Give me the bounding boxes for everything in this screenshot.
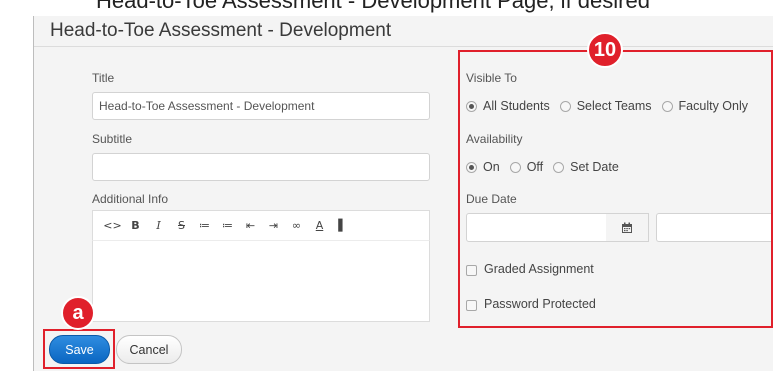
outdent-icon[interactable]: ⇤ bbox=[239, 215, 262, 237]
radio-unselected-icon[interactable] bbox=[559, 100, 571, 112]
graded-assignment-option[interactable]: Graded Assignment bbox=[466, 262, 594, 276]
password-protected-option[interactable]: Password Protected bbox=[466, 297, 596, 311]
due-time-input[interactable] bbox=[656, 213, 773, 242]
settings-callout-badge: 10 bbox=[587, 32, 623, 68]
additional-info-label: Additional Info bbox=[92, 192, 169, 206]
additional-info-editor[interactable] bbox=[92, 240, 430, 322]
visible-to-all-students-option[interactable]: All Students bbox=[466, 99, 550, 113]
calendar-button[interactable] bbox=[606, 213, 649, 242]
radio-unselected-icon[interactable] bbox=[553, 161, 565, 173]
strikethrough-icon[interactable]: S bbox=[170, 215, 193, 237]
title-input[interactable]: Head-to-Toe Assessment - Development bbox=[92, 92, 430, 120]
visible-to-label: Visible To bbox=[466, 71, 517, 85]
visible-to-all-students-label: All Students bbox=[483, 99, 550, 113]
graded-assignment-label: Graded Assignment bbox=[484, 262, 594, 276]
availability-off-label: Off bbox=[526, 160, 544, 174]
visible-to-select-teams-option[interactable]: Select Teams bbox=[559, 99, 652, 113]
title-label: Title bbox=[92, 71, 115, 85]
graded-assignment-checkbox[interactable] bbox=[466, 265, 477, 276]
radio-unselected-icon[interactable] bbox=[661, 100, 673, 112]
code-view-icon[interactable]: <> bbox=[101, 215, 124, 237]
document-caption-text: Head-to-Toe Assessment - Development Pag… bbox=[96, 0, 650, 13]
radio-selected-icon[interactable] bbox=[466, 161, 477, 173]
bold-icon[interactable]: B bbox=[124, 215, 147, 237]
save-callout-badge: a bbox=[61, 296, 95, 330]
subtitle-label: Subtitle bbox=[92, 132, 133, 146]
page-title: Head-to-Toe Assessment - Development bbox=[50, 20, 392, 41]
radio-selected-icon[interactable] bbox=[466, 100, 477, 112]
document-caption: Head-to-Toe Assessment - Development Pag… bbox=[0, 0, 773, 16]
availability-set-date-label: Set Date bbox=[570, 160, 619, 174]
visible-to-faculty-only-label: Faculty Only bbox=[678, 99, 748, 113]
numbered-list-icon[interactable]: ≔ bbox=[216, 215, 239, 237]
availability-set-date-option[interactable]: Set Date bbox=[553, 160, 619, 174]
visible-to-radio-group: All Students Select Teams Faculty Only bbox=[466, 99, 758, 113]
font-color-icon[interactable]: A bbox=[308, 215, 331, 237]
availability-label: Availability bbox=[466, 132, 523, 146]
title-divider bbox=[34, 46, 773, 47]
password-protected-checkbox[interactable] bbox=[466, 300, 477, 311]
due-date-label: Due Date bbox=[466, 192, 517, 206]
cancel-button[interactable]: Cancel bbox=[116, 335, 182, 364]
visible-to-faculty-only-option[interactable]: Faculty Only bbox=[661, 99, 748, 113]
visible-to-select-teams-label: Select Teams bbox=[576, 99, 652, 113]
calendar-icon bbox=[622, 222, 632, 233]
password-protected-label: Password Protected bbox=[484, 297, 596, 311]
availability-off-option[interactable]: Off bbox=[509, 160, 544, 174]
due-date-input[interactable] bbox=[466, 213, 607, 242]
availability-on-option[interactable]: On bbox=[466, 160, 500, 174]
availability-radio-group: On Off Set Date bbox=[466, 160, 629, 174]
rich-text-toolbar: <> B I S ≔ ≔ ⇤ ⇥ ∞ A ▌ bbox=[92, 210, 430, 240]
link-icon[interactable]: ∞ bbox=[285, 215, 308, 237]
bulleted-list-icon[interactable]: ≔ bbox=[193, 215, 216, 237]
radio-unselected-icon[interactable] bbox=[509, 161, 521, 173]
availability-on-label: On bbox=[483, 160, 500, 174]
subtitle-input[interactable] bbox=[92, 153, 430, 181]
italic-icon[interactable]: I bbox=[147, 215, 170, 237]
background-color-icon[interactable]: ▌ bbox=[331, 215, 354, 237]
save-button[interactable]: Save bbox=[49, 335, 110, 364]
indent-icon[interactable]: ⇥ bbox=[262, 215, 285, 237]
